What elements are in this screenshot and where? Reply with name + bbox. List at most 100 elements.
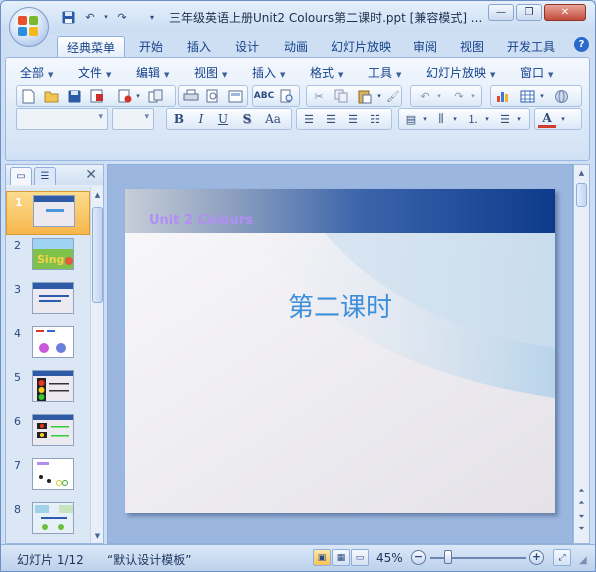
tab-developer[interactable]: 开发工具: [501, 36, 561, 57]
menu-file[interactable]: 文件 ▼: [78, 64, 111, 81]
slides-tab-icon[interactable]: ▭: [10, 167, 32, 185]
print-preview-icon[interactable]: [204, 87, 222, 105]
chevron-down-icon[interactable]: ▾: [510, 110, 528, 128]
slides-pane: ▭ ☰ ✕ 1 2 Sing 3 4 5 6 7 8 ▲ ▼: [5, 164, 104, 544]
tab-insert[interactable]: 插入: [177, 36, 221, 57]
slide-thumbnail[interactable]: 7: [6, 455, 90, 499]
chart-icon[interactable]: [494, 87, 512, 105]
slideshow-icon[interactable]: ▭: [351, 549, 369, 566]
zoom-in-icon[interactable]: +: [529, 550, 544, 565]
menu-format[interactable]: 格式 ▼: [310, 64, 343, 81]
publish-icon[interactable]: [146, 87, 164, 105]
office-button[interactable]: [9, 7, 49, 47]
italic-button[interactable]: I: [192, 110, 210, 128]
normal-view-icon[interactable]: ▣: [313, 549, 331, 566]
zoom-slider-thumb[interactable]: [444, 550, 452, 564]
chevron-down-icon[interactable]: ▾: [554, 110, 572, 128]
next-slide-icon[interactable]: ⏷: [576, 523, 587, 534]
slide-sorter-icon[interactable]: ▦: [332, 549, 350, 566]
previous-slide-icon[interactable]: ⏶: [576, 497, 587, 508]
underline-button[interactable]: U: [214, 110, 232, 128]
print-icon[interactable]: [182, 87, 200, 105]
tab-home[interactable]: 开始: [131, 36, 171, 57]
restore-button[interactable]: ❐: [516, 4, 542, 21]
menu-all[interactable]: 全部 ▼: [20, 64, 53, 81]
close-icon[interactable]: ✕: [85, 167, 97, 183]
template-name: “默认设计模板”: [107, 553, 192, 567]
slide-thumbnail[interactable]: 1: [6, 191, 90, 235]
menu-slideshow[interactable]: 幻灯片放映 ▼: [426, 64, 495, 81]
format-painter-icon[interactable]: 🖌: [384, 87, 402, 105]
close-button[interactable]: ✕: [544, 4, 586, 21]
current-slide[interactable]: Unit 2 Colours 第二课时: [125, 189, 555, 513]
menu-insert[interactable]: 插入 ▼: [252, 64, 285, 81]
chevron-down-icon[interactable]: ▾: [446, 110, 464, 128]
help-icon[interactable]: ?: [574, 37, 589, 52]
slides-scrollbar[interactable]: ▲ ▼: [90, 187, 103, 543]
zoom-out-icon[interactable]: −: [411, 550, 426, 565]
tab-design[interactable]: 设计: [227, 36, 267, 57]
new-document-icon[interactable]: [19, 87, 37, 105]
scroll-down-icon[interactable]: ▼: [92, 530, 103, 541]
spelling-icon[interactable]: ABC: [254, 87, 274, 105]
title-bar: ↶ ▾ ↷ ▾ 三年级英语上册Unit2 Colours第二课时.ppt [兼容…: [1, 1, 595, 33]
scrollbar-thumb[interactable]: [576, 183, 587, 207]
next-slide-icon[interactable]: ⏷: [576, 511, 587, 522]
customize-quick-access-icon[interactable]: ▾: [143, 9, 161, 25]
slide-view-icon[interactable]: [226, 87, 244, 105]
slide-preview-image: [33, 195, 75, 227]
menu-view[interactable]: 视图 ▼: [194, 64, 227, 81]
cut-icon[interactable]: ✂: [310, 87, 328, 105]
slide-thumbnail[interactable]: 6: [6, 411, 90, 455]
menu-edit[interactable]: 编辑 ▼: [136, 64, 169, 81]
slide-thumbnail[interactable]: 8: [6, 499, 90, 543]
redo-icon[interactable]: ↷: [113, 9, 131, 25]
slide-scrollbar[interactable]: ▲ ⏶ ⏶ ⏷ ⏷: [573, 164, 590, 544]
scroll-up-icon[interactable]: ▲: [576, 167, 587, 178]
slide-thumbnail[interactable]: 4: [6, 323, 90, 367]
tab-view[interactable]: 视图: [452, 36, 492, 57]
font-size-combo[interactable]: [112, 108, 154, 130]
previous-slide-icon[interactable]: ⏶: [576, 485, 587, 496]
outline-tab-icon[interactable]: ☰: [34, 167, 56, 185]
chevron-down-icon[interactable]: ▾: [478, 110, 496, 128]
save-icon[interactable]: [65, 87, 83, 105]
menu-tools[interactable]: 工具 ▼: [368, 64, 401, 81]
minimize-button[interactable]: —: [488, 4, 514, 21]
research-icon[interactable]: [278, 87, 296, 105]
save-icon[interactable]: [59, 9, 77, 25]
copy-icon[interactable]: [332, 87, 350, 105]
shadow-button[interactable]: S: [238, 110, 256, 128]
save-as-pdf-icon[interactable]: [88, 87, 106, 105]
open-folder-icon[interactable]: [42, 87, 60, 105]
menu-window[interactable]: 窗口 ▼: [520, 64, 553, 81]
align-right-icon[interactable]: ☰: [344, 110, 362, 128]
justify-icon[interactable]: ☷: [366, 110, 384, 128]
bold-button[interactable]: B: [170, 110, 188, 128]
tab-slideshow[interactable]: 幻灯片放映: [323, 36, 399, 57]
tab-animations[interactable]: 动画: [275, 36, 317, 57]
chevron-down-icon[interactable]: ▾: [533, 87, 551, 105]
globe-icon[interactable]: [552, 87, 570, 105]
chevron-down-icon[interactable]: ▾: [464, 87, 482, 105]
fit-to-window-icon[interactable]: ⤢: [553, 549, 571, 566]
slide-thumbnail[interactable]: 3: [6, 279, 90, 323]
slide-thumbnail[interactable]: 2 Sing: [6, 235, 90, 279]
chevron-down-icon[interactable]: ▾: [430, 87, 448, 105]
tab-review[interactable]: 审阅: [405, 36, 445, 57]
slide-thumbnail[interactable]: 5: [6, 367, 90, 411]
scroll-up-icon[interactable]: ▲: [92, 189, 103, 200]
change-case-button[interactable]: Aa: [260, 110, 286, 128]
tab-classic-menu[interactable]: 经典菜单: [57, 36, 125, 57]
align-center-icon[interactable]: ☰: [322, 110, 340, 128]
chevron-down-icon: ▼: [548, 71, 554, 79]
resize-grip-icon[interactable]: ◢: [579, 555, 587, 566]
chevron-down-icon[interactable]: ▾: [129, 87, 147, 105]
font-name-combo[interactable]: [16, 108, 108, 130]
slide-number: 1: [15, 196, 23, 209]
scrollbar-thumb[interactable]: [92, 207, 103, 303]
align-left-icon[interactable]: ☰: [300, 110, 318, 128]
zoom-level[interactable]: 45%: [376, 551, 403, 565]
pane-tabs: ▭ ☰ ✕: [6, 165, 103, 185]
slide-title[interactable]: 第二课时: [125, 287, 555, 324]
